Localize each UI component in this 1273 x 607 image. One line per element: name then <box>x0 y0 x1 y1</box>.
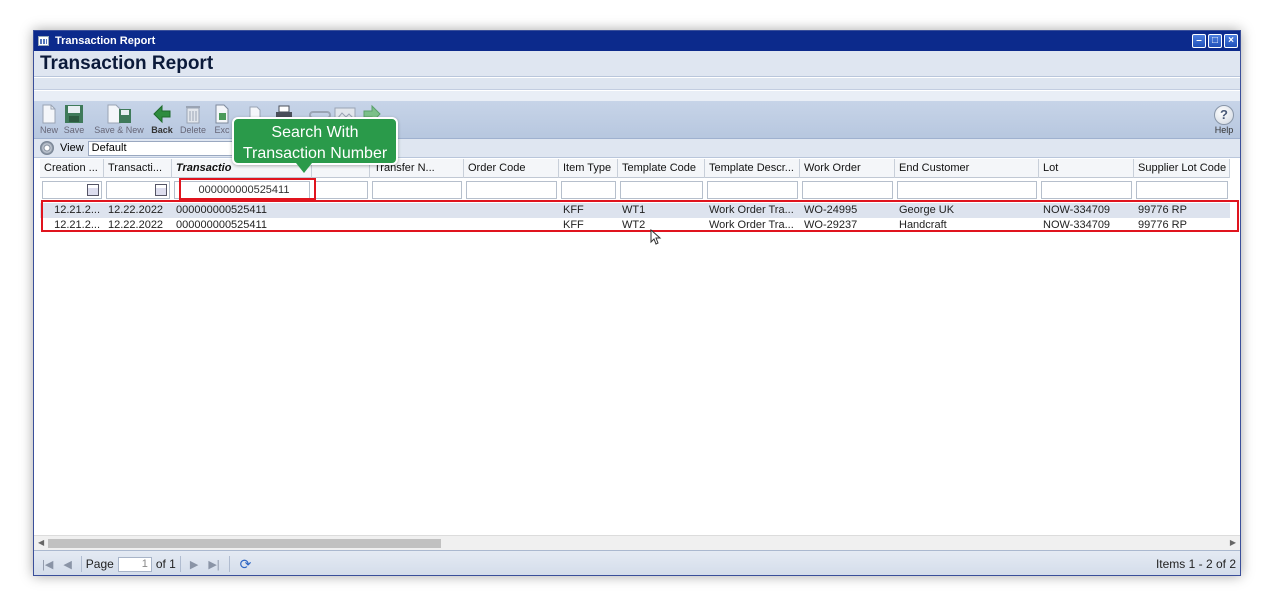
column-header-template-description[interactable]: Template Descr... <box>705 159 800 178</box>
filter-template-description[interactable] <box>707 181 798 199</box>
column-header-transaction-date[interactable]: Transacti... <box>104 159 172 178</box>
filter-supplier-lot-code[interactable] <box>1136 181 1228 199</box>
help-button[interactable]: ? Help <box>1214 105 1234 135</box>
scroll-left-icon[interactable]: ◀ <box>38 538 44 547</box>
column-header-end-customer[interactable]: End Customer <box>895 159 1039 178</box>
back-button[interactable]: Back <box>149 104 175 135</box>
previous-page-icon[interactable]: ◀ <box>63 558 71 571</box>
window-title: Transaction Report <box>55 35 156 47</box>
trash-icon <box>186 106 200 124</box>
filter-lot[interactable] <box>1041 181 1132 199</box>
calendar-icon[interactable] <box>87 184 99 196</box>
column-header-supplier-lot-code[interactable]: Supplier Lot Code <box>1134 159 1230 178</box>
page-header: Transaction Report <box>34 51 1240 77</box>
callout-line-1: Search With <box>271 124 359 141</box>
column-header-order-code[interactable]: Order Code <box>464 159 559 178</box>
horizontal-scrollbar[interactable]: ◀ ▶ <box>34 535 1240 550</box>
scrollbar-thumb[interactable] <box>48 539 441 548</box>
help-icon: ? <box>1214 105 1234 125</box>
close-icon[interactable]: × <box>1224 34 1238 48</box>
save-new-icon <box>107 104 131 124</box>
callout-line-2: Transaction Number <box>242 145 388 162</box>
window-titlebar[interactable]: Transaction Report – □ × <box>34 31 1240 51</box>
last-page-icon[interactable]: ▶| <box>208 558 219 571</box>
view-bar: View Default <box>34 139 1240 158</box>
grid-icon <box>38 36 49 46</box>
save-and-new-button[interactable]: Save & New <box>92 104 146 135</box>
column-header-work-order[interactable]: Work Order <box>800 159 895 178</box>
scroll-right-icon[interactable]: ▶ <box>1230 538 1236 547</box>
column-header-lot[interactable]: Lot <box>1039 159 1134 178</box>
page-count: of 1 <box>155 557 176 571</box>
filter-transaction-date[interactable] <box>106 181 170 199</box>
pager-separator <box>179 556 181 572</box>
pager-separator <box>80 556 82 572</box>
export-icon <box>215 104 229 124</box>
filter-creation[interactable] <box>42 181 102 199</box>
new-button[interactable]: New <box>38 104 60 135</box>
filter-item-type[interactable] <box>561 181 616 199</box>
filter-template-code[interactable] <box>620 181 703 199</box>
delete-button[interactable]: Delete <box>177 104 209 135</box>
export-button[interactable]: Exc <box>211 104 233 135</box>
filter-order-code[interactable] <box>466 181 557 199</box>
window-controls: – □ × <box>1192 34 1238 48</box>
page-label: Page <box>85 557 114 571</box>
view-label: View <box>60 142 84 154</box>
refresh-icon[interactable]: ⟳ <box>240 556 252 573</box>
filter-hidden[interactable] <box>314 181 368 199</box>
filter-transfer-number[interactable] <box>372 181 462 199</box>
page-number-input[interactable]: 1 <box>117 556 152 572</box>
grid-header-row: Creation ... Transacti... Transactio Tra… <box>40 159 1230 178</box>
column-header-item-type[interactable]: Item Type <box>559 159 618 178</box>
filter-work-order[interactable] <box>802 181 893 199</box>
gear-icon[interactable] <box>40 141 54 155</box>
filter-end-customer[interactable] <box>897 181 1037 199</box>
header-strip-2 <box>34 91 1240 101</box>
new-document-icon <box>42 104 56 124</box>
transaction-report-window: Transaction Report – □ × Transaction Rep… <box>33 30 1241 576</box>
page-title: Transaction Report <box>40 53 214 74</box>
pager: |◀ ◀ Page 1 of 1 ▶ ▶| ⟳ Items 1 - 2 of 2 <box>34 550 1240 575</box>
save-disk-icon <box>65 105 83 123</box>
next-page-icon[interactable]: ▶ <box>190 558 198 571</box>
column-header-template-code[interactable]: Template Code <box>618 159 705 178</box>
minimize-icon[interactable]: – <box>1192 34 1206 48</box>
header-strip <box>34 78 1240 90</box>
first-page-icon[interactable]: |◀ <box>42 558 53 571</box>
mouse-cursor-icon <box>650 229 662 245</box>
save-button[interactable]: Save <box>62 104 86 135</box>
search-callout: Search With Transaction Number <box>232 117 398 173</box>
back-arrow-icon <box>153 104 171 124</box>
column-header-creation[interactable]: Creation ... <box>40 159 104 178</box>
items-count: Items 1 - 2 of 2 <box>1155 557 1236 571</box>
filter-highlight-box <box>179 178 316 200</box>
calendar-icon[interactable] <box>155 184 167 196</box>
maximize-icon[interactable]: □ <box>1208 34 1222 48</box>
toolbar: New Save Save & New Back Delete Exc ? He… <box>34 101 1240 139</box>
pager-separator <box>228 556 230 572</box>
results-highlight-box <box>41 200 1239 232</box>
